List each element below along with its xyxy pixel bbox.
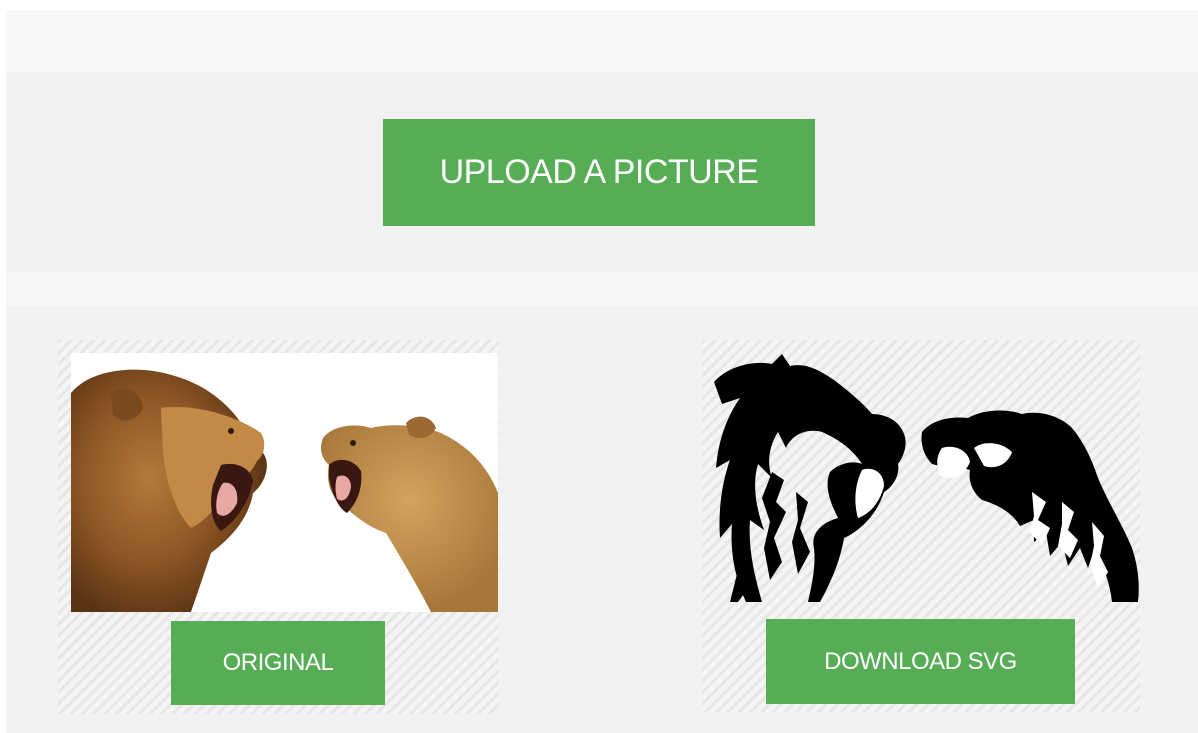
original-button[interactable]: ORIGINAL xyxy=(171,621,385,705)
section-divider xyxy=(6,272,1198,306)
download-svg-button[interactable]: DOWNLOAD SVG xyxy=(766,619,1075,704)
upload-picture-button[interactable]: UPLOAD A PICTURE xyxy=(383,119,815,226)
lion-photo-icon xyxy=(71,353,498,612)
header-band xyxy=(6,10,1198,72)
lion-vector-trace-icon xyxy=(714,354,1139,602)
vector-trace-image xyxy=(712,352,1140,604)
page: UPLOAD A PICTURE ORIGINAL DOWNLOAD SVG xyxy=(0,0,1198,733)
original-photo xyxy=(71,353,498,612)
